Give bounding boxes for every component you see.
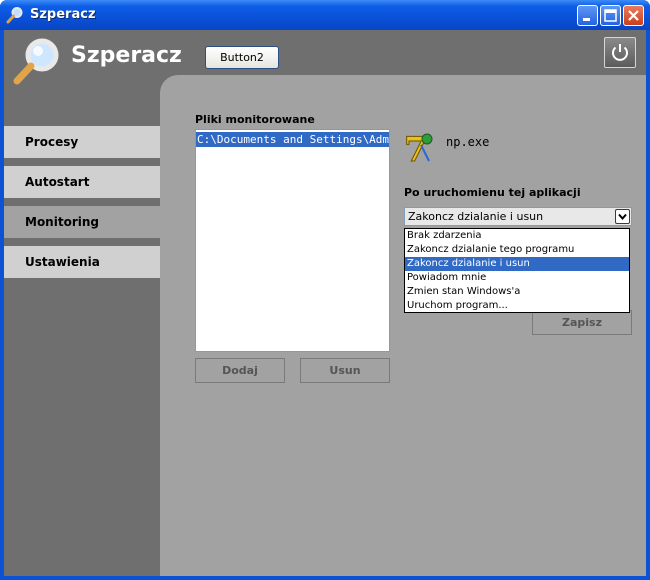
dropdown-option-powiadom-mnie[interactable]: Powiadom mnie (405, 271, 629, 285)
dropdown-option-brak-zdarzenia[interactable]: Brak zdarzenia (405, 229, 629, 243)
power-icon (612, 44, 628, 61)
chevron-down-icon (618, 213, 627, 221)
app-window: Szperacz Szperacz Button2 Procesy Autost… (0, 0, 650, 580)
sidebar-item-autostart[interactable]: Autostart (4, 166, 160, 198)
action-select-value: Zakoncz dzialanie i usun (408, 210, 544, 223)
magnifier-logo-icon (13, 38, 59, 85)
action-dropdown-list: Brak zdarzenia Zakoncz dzialanie tego pr… (404, 228, 630, 313)
sidebar-item-monitoring[interactable]: Monitoring (4, 206, 160, 238)
button2[interactable]: Button2 (205, 46, 279, 69)
magnifier-icon (6, 7, 23, 24)
action-select[interactable]: Zakoncz dzialanie i usun (404, 207, 632, 226)
title-bar[interactable]: Szperacz (0, 0, 650, 30)
sidebar-item-ustawienia[interactable]: Ustawienia (4, 246, 160, 278)
list-item[interactable]: C:\Documents and Settings\Administrator (196, 132, 389, 147)
minimize-button[interactable] (577, 5, 598, 26)
after-run-label: Po uruchomienu tej aplikacji (404, 186, 581, 199)
maximize-button[interactable] (600, 5, 621, 26)
minimize-icon (583, 18, 590, 21)
dropdown-option-zmien-stan[interactable]: Zmien stan Windows'a (405, 285, 629, 299)
files-label: Pliki monitorowane (195, 113, 315, 126)
notepad-app-icon: 7 (404, 131, 433, 169)
remove-button[interactable]: Usun (300, 358, 390, 383)
close-button[interactable] (623, 5, 644, 26)
dropdown-option-uruchom-program[interactable]: Uruchom program... (405, 299, 629, 313)
monitoring-panel: Pliki monitorowane C:\Documents and Sett… (160, 75, 646, 576)
app-header: Szperacz Button2 (4, 30, 646, 85)
power-button[interactable] (604, 37, 636, 68)
maximize-icon (604, 9, 617, 22)
save-button[interactable]: Zapisz (532, 310, 632, 335)
monitored-files-list[interactable]: C:\Documents and Settings\Administrator (195, 129, 390, 352)
window-title: Szperacz (30, 7, 96, 22)
sidebar-item-procesy[interactable]: Procesy (4, 126, 160, 158)
dropdown-option-zakoncz-program[interactable]: Zakoncz dzialanie tego programu (405, 243, 629, 257)
client-area: Szperacz Button2 Procesy Autostart Monit… (4, 30, 646, 576)
dropdown-arrow-button[interactable] (615, 209, 630, 224)
dropdown-option-zakoncz-i-usun[interactable]: Zakoncz dzialanie i usun (405, 257, 629, 271)
app-name: np.exe (446, 135, 490, 149)
close-icon (628, 10, 639, 21)
add-button[interactable]: Dodaj (195, 358, 285, 383)
app-title: Szperacz (71, 43, 182, 68)
